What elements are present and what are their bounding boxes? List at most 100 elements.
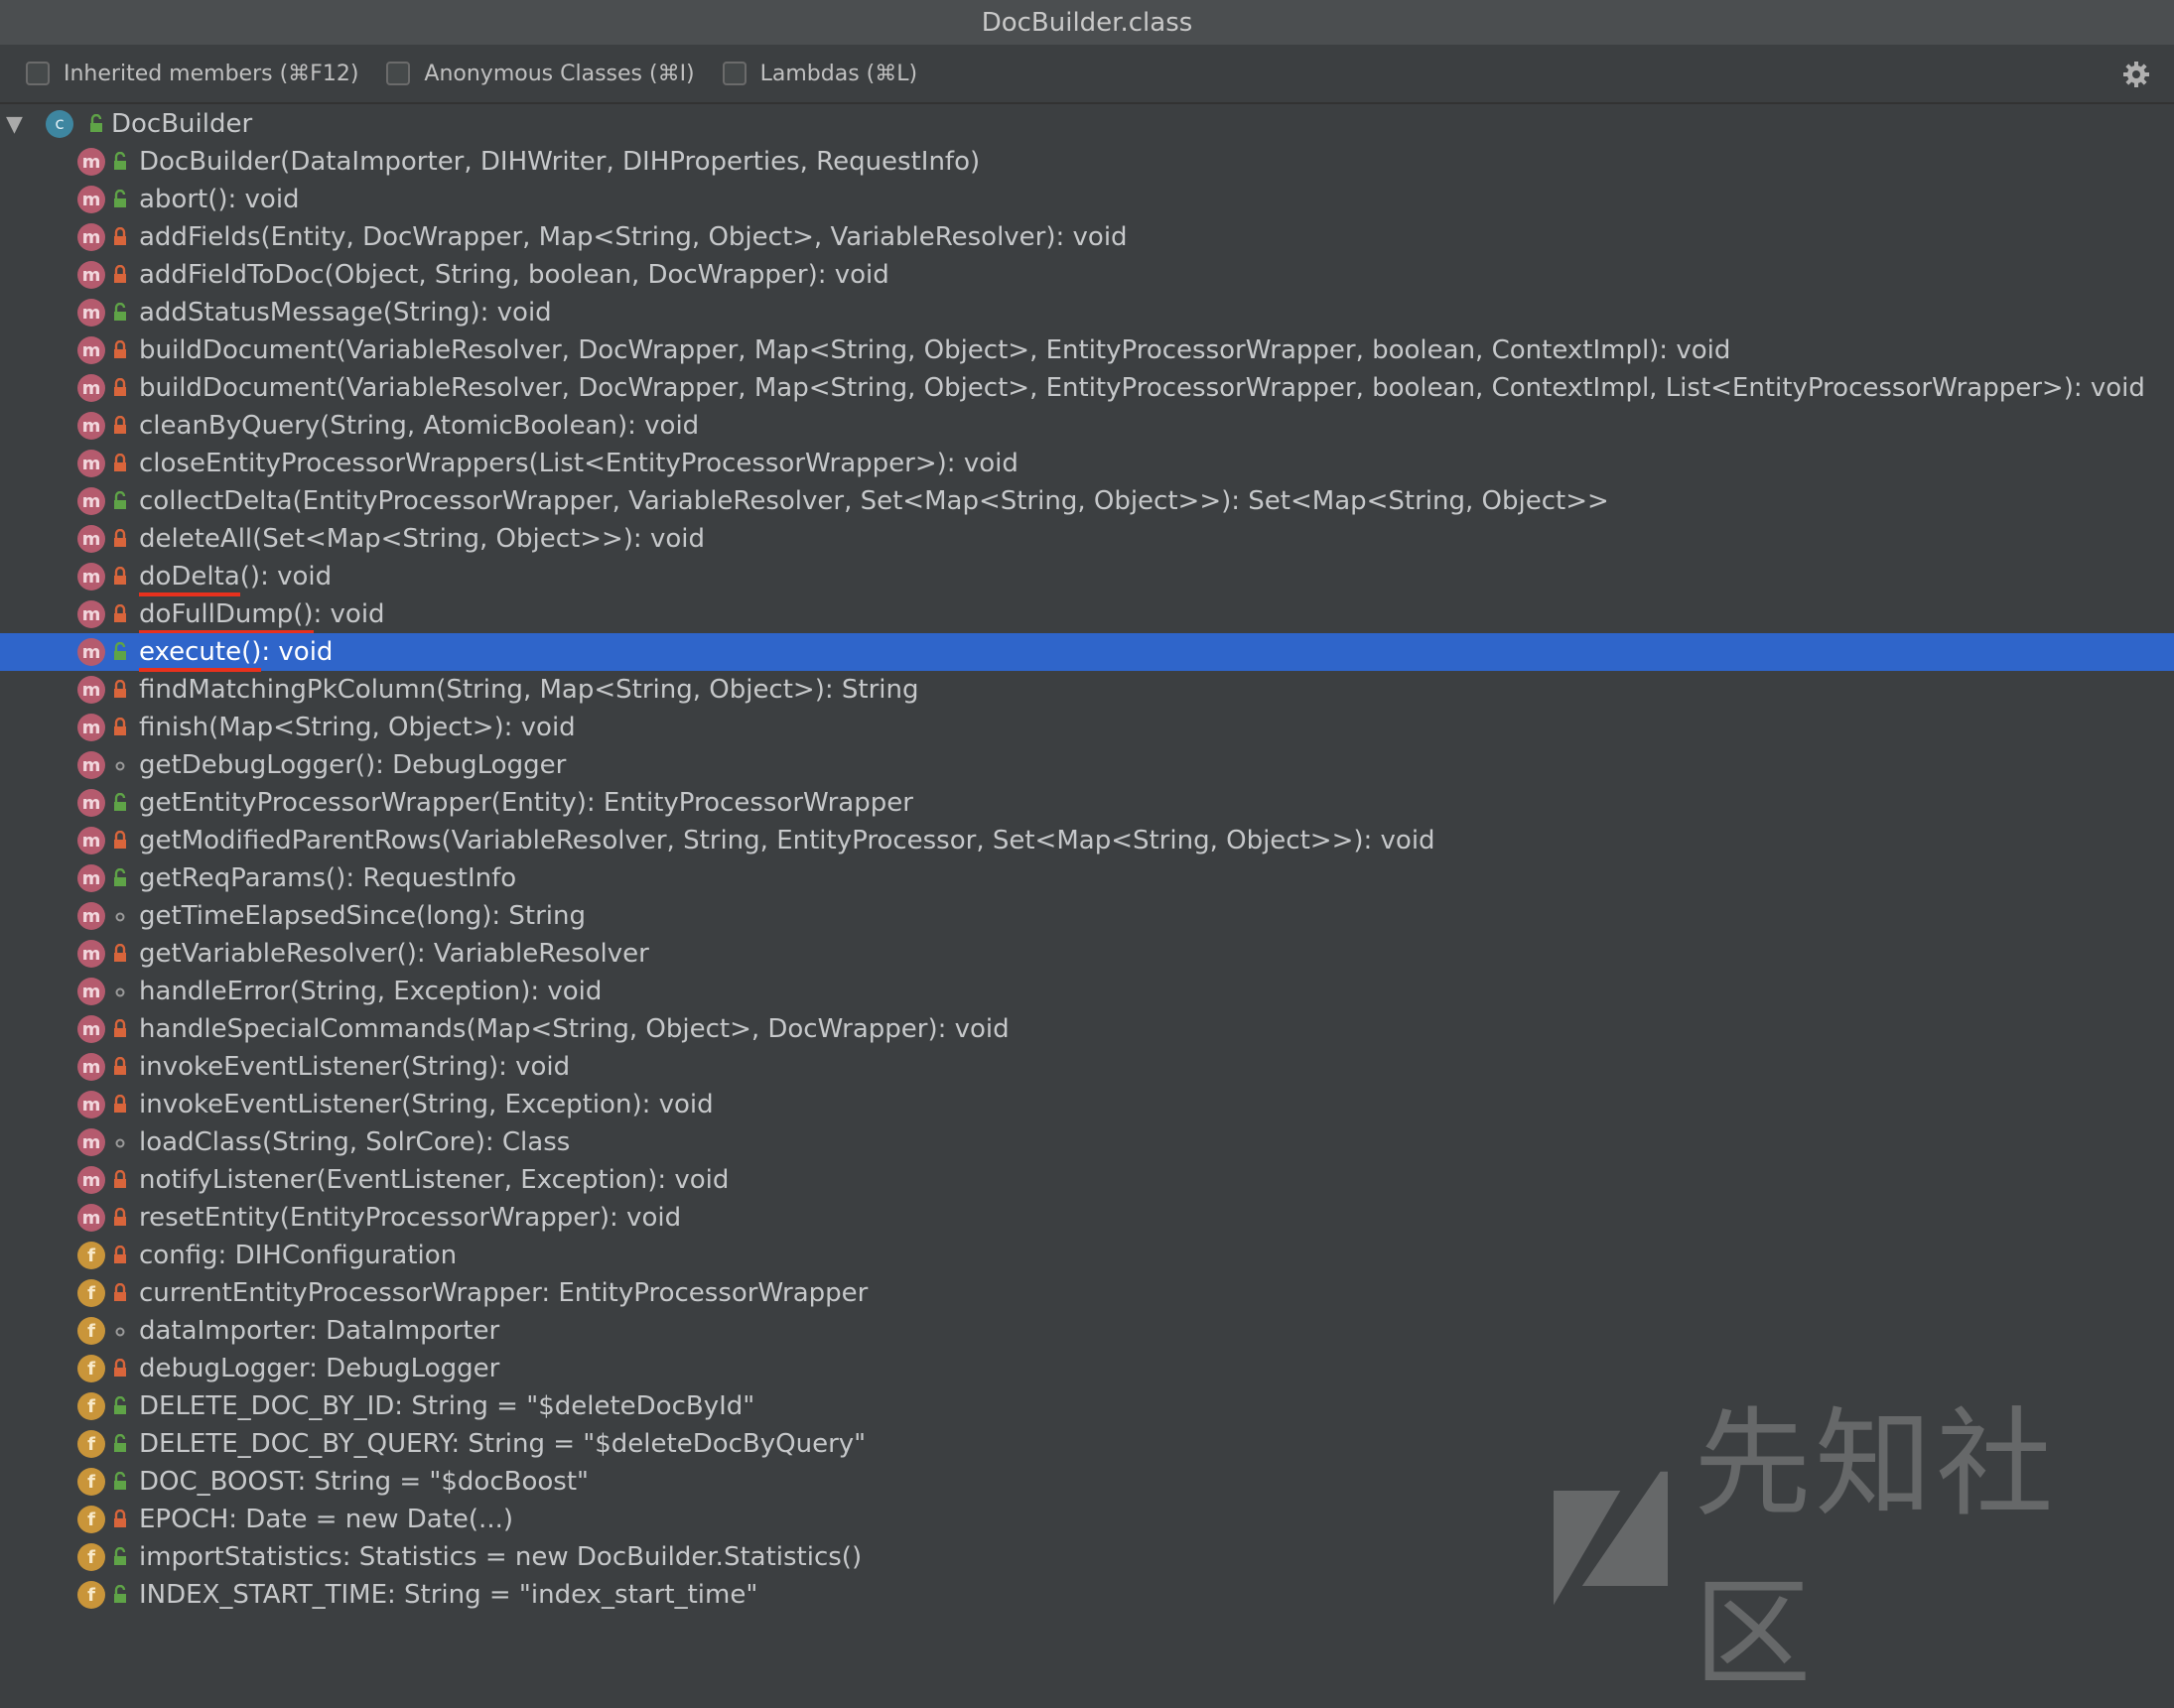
tree-item-label: notifyListener(EventListener, Exception)… xyxy=(139,1165,730,1195)
option-lambdas[interactable]: Lambdas (⌘L) xyxy=(722,61,918,86)
private-visibility-icon xyxy=(105,412,135,440)
method-icon: m xyxy=(77,374,105,402)
tree-item-method[interactable]: m cleanByQuery(String, AtomicBoolean): vo… xyxy=(0,407,2174,445)
method-icon: m xyxy=(77,525,105,553)
tree-item-method[interactable]: m getModifiedParentRows(VariableResolver,… xyxy=(0,822,2174,859)
private-visibility-icon xyxy=(105,1242,135,1269)
public-visibility-icon xyxy=(105,186,135,213)
class-icon: c xyxy=(46,110,73,138)
option-inherited-members[interactable]: Inherited members (⌘F12) xyxy=(26,62,358,86)
tree-item-label: importStatistics: Statistics = new DocBu… xyxy=(139,1542,863,1572)
field-icon: f xyxy=(77,1242,105,1269)
method-icon: m xyxy=(77,148,105,176)
tree-item-method[interactable]: m buildDocument(VariableResolver, DocWrap… xyxy=(0,369,2174,407)
gear-icon[interactable] xyxy=(2120,59,2152,90)
tree-item-method[interactable]: m addFieldToDoc(Object, String, boolean, … xyxy=(0,256,2174,294)
root-label: DocBuilder xyxy=(111,109,253,139)
tree-item-method[interactable]: m closeEntityProcessorWrappers(List<Entit… xyxy=(0,445,2174,482)
tree-item-label: doFullDump(): void xyxy=(139,599,385,634)
private-visibility-icon xyxy=(105,223,135,251)
tree-item-method[interactable]: m invokeEventListener(String): void xyxy=(0,1048,2174,1086)
method-icon: m xyxy=(77,261,105,289)
tree-item-method[interactable]: m deleteAll(Set<Map<String, Object>>): vo… xyxy=(0,520,2174,558)
tree-item-method[interactable]: m finish(Map<String, Object>): void xyxy=(0,709,2174,746)
tree-item-method[interactable]: m doFullDump(): void xyxy=(0,595,2174,634)
tree-item-label: deleteAll(Set<Map<String, Object>>): voi… xyxy=(139,524,705,554)
private-visibility-icon xyxy=(105,1279,135,1307)
method-icon: m xyxy=(77,827,105,854)
tree-item-method[interactable]: m getVariableResolver(): VariableResolver xyxy=(0,935,2174,973)
method-icon: m xyxy=(77,1091,105,1118)
option-label: Lambdas (⌘L) xyxy=(759,61,918,86)
public-visibility-icon xyxy=(105,1543,135,1571)
tree-item-label: getDebugLogger(): DebugLogger xyxy=(139,750,567,780)
tree-item-method[interactable]: m handleSpecialCommands(Map<String, Objec… xyxy=(0,1010,2174,1048)
tree-item-method[interactable]: m handleError(String, Exception): void xyxy=(0,973,2174,1010)
private-visibility-icon xyxy=(105,1204,135,1232)
method-signature-rest: : void xyxy=(261,637,334,667)
method-icon: m xyxy=(77,186,105,213)
public-visibility-icon xyxy=(105,487,135,515)
private-visibility-icon xyxy=(105,600,135,628)
field-icon: f xyxy=(77,1279,105,1307)
method-icon: m xyxy=(77,676,105,704)
tree-item-method[interactable]: m resetEntity(EntityProcessorWrapper): vo… xyxy=(0,1199,2174,1237)
tree-item-method[interactable]: m collectDelta(EntityProcessorWrapper, Va… xyxy=(0,482,2174,520)
tree-item-method[interactable]: m findMatchingPkColumn(String, Map<String… xyxy=(0,671,2174,709)
private-visibility-icon xyxy=(105,714,135,741)
tree-item-method[interactable]: m getEntityProcessorWrapper(Entity): Enti… xyxy=(0,784,2174,822)
tree-item-method[interactable]: m doDelta(): void xyxy=(0,558,2174,596)
field-icon: f xyxy=(77,1468,105,1496)
tree-item-method[interactable]: m loadClass(String, SolrCore): Class xyxy=(0,1123,2174,1161)
tree-item-label: handleSpecialCommands(Map<String, Object… xyxy=(139,1014,1010,1044)
tree-item-method[interactable]: m addFields(Entity, DocWrapper, Map<Strin… xyxy=(0,218,2174,256)
tree-item-field[interactable]: f currentEntityProcessorWrapper: EntityPr… xyxy=(0,1274,2174,1312)
tree-item-label: EPOCH: Date = new Date(...) xyxy=(139,1505,513,1534)
private-visibility-icon xyxy=(105,261,135,289)
public-visibility-icon xyxy=(105,1430,135,1458)
tree-item-method[interactable]: m execute(): void xyxy=(0,633,2174,672)
tree-root-docbuilder[interactable]: ▼ c DocBuilder xyxy=(0,105,2174,143)
tree-item-method[interactable]: m getTimeElapsedSince(long): String xyxy=(0,897,2174,935)
tree-item-method[interactable]: m notifyListener(EventListener, Exception… xyxy=(0,1161,2174,1199)
tree-item-method[interactable]: m DocBuilder(DataImporter, DIHWriter, DIH… xyxy=(0,143,2174,181)
lambdas-checkbox[interactable] xyxy=(722,62,747,85)
field-icon: f xyxy=(77,1543,105,1571)
tree-item-label: getEntityProcessorWrapper(Entity): Entit… xyxy=(139,788,913,818)
public-visibility-icon xyxy=(105,789,135,817)
public-visibility-icon xyxy=(105,1392,135,1420)
expand-arrow-icon[interactable]: ▼ xyxy=(6,112,36,137)
private-visibility-icon xyxy=(105,676,135,704)
option-anonymous-classes[interactable]: Anonymous Classes (⌘I) xyxy=(386,62,695,86)
inherited-members-checkbox[interactable] xyxy=(26,62,50,85)
method-icon: m xyxy=(77,412,105,440)
field-icon: f xyxy=(77,1506,105,1533)
method-icon: m xyxy=(77,940,105,968)
tree-item-method[interactable]: m abort(): void xyxy=(0,181,2174,218)
tree-item-label: loadClass(String, SolrCore): Class xyxy=(139,1127,571,1157)
tree-item-label: dataImporter: DataImporter xyxy=(139,1316,500,1346)
public-visibility-icon xyxy=(105,1468,135,1496)
anonymous-classes-checkbox[interactable] xyxy=(386,62,411,85)
method-icon: m xyxy=(77,1166,105,1194)
private-visibility-icon xyxy=(105,450,135,477)
method-icon: m xyxy=(77,1128,105,1156)
tree-item-method[interactable]: m getDebugLogger(): DebugLogger xyxy=(0,746,2174,784)
method-signature-rest: (): void xyxy=(239,562,333,591)
tree-item-label: invokeEventListener(String, Exception): … xyxy=(139,1090,714,1119)
tree-item-method[interactable]: m invokeEventListener(String, Exception):… xyxy=(0,1086,2174,1123)
tree-item-method[interactable]: m buildDocument(VariableResolver, DocWrap… xyxy=(0,331,2174,369)
tree-item-method[interactable]: m addStatusMessage(String): void xyxy=(0,294,2174,331)
tree-item-label: addStatusMessage(String): void xyxy=(139,298,552,328)
tree-item-field[interactable]: f dataImporter: DataImporter xyxy=(0,1312,2174,1350)
public-visibility-icon xyxy=(105,299,135,327)
tree-item-label: finish(Map<String, Object>): void xyxy=(139,713,576,742)
method-icon: m xyxy=(77,336,105,364)
method-icon: m xyxy=(77,299,105,327)
tree-item-field[interactable]: f config: DIHConfiguration xyxy=(0,1237,2174,1274)
package-visibility-icon xyxy=(105,902,135,930)
tree-item-label: doDelta(): void xyxy=(139,562,333,596)
tree-item-label: closeEntityProcessorWrappers(List<Entity… xyxy=(139,449,1019,478)
field-icon: f xyxy=(77,1317,105,1345)
tree-item-method[interactable]: m getReqParams(): RequestInfo xyxy=(0,859,2174,897)
